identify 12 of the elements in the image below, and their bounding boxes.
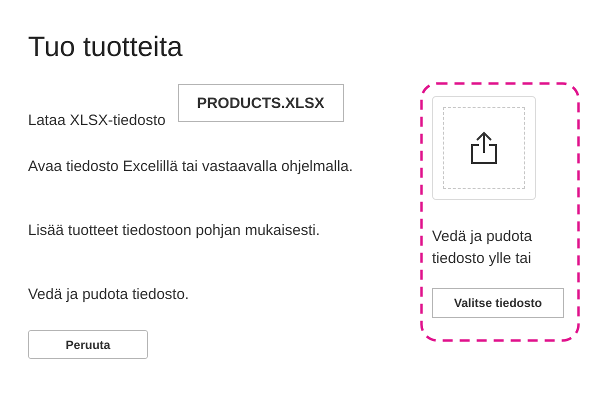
page-title: Tuo tuotteita bbox=[28, 30, 184, 64]
cancel-button[interactable]: Peruuta bbox=[28, 330, 148, 359]
instruction-text: Vedä ja pudota tiedosto. bbox=[28, 286, 189, 302]
drop-hint-text: Vedä ja pudota tiedosto ylle tai bbox=[432, 227, 534, 269]
choose-file-button[interactable]: Valitse tiedosto bbox=[432, 288, 564, 318]
drop-zone[interactable]: Vedä ja pudota tiedosto ylle tai Valitse tiedosto bbox=[420, 82, 580, 342]
instruction-text: Lisää tuotteet tiedostoon pohjan mukaisesti. bbox=[28, 222, 320, 238]
share-upload-icon bbox=[470, 131, 498, 165]
download-button[interactable]: PRODUCTS.XLSX bbox=[178, 84, 344, 122]
instruction-text: Lataa XLSX-tiedosto bbox=[28, 112, 166, 129]
upload-tile[interactable] bbox=[432, 96, 536, 200]
instruction-text: Avaa tiedosto Excelillä tai vastaavalla ohjelmalla. bbox=[28, 158, 353, 174]
